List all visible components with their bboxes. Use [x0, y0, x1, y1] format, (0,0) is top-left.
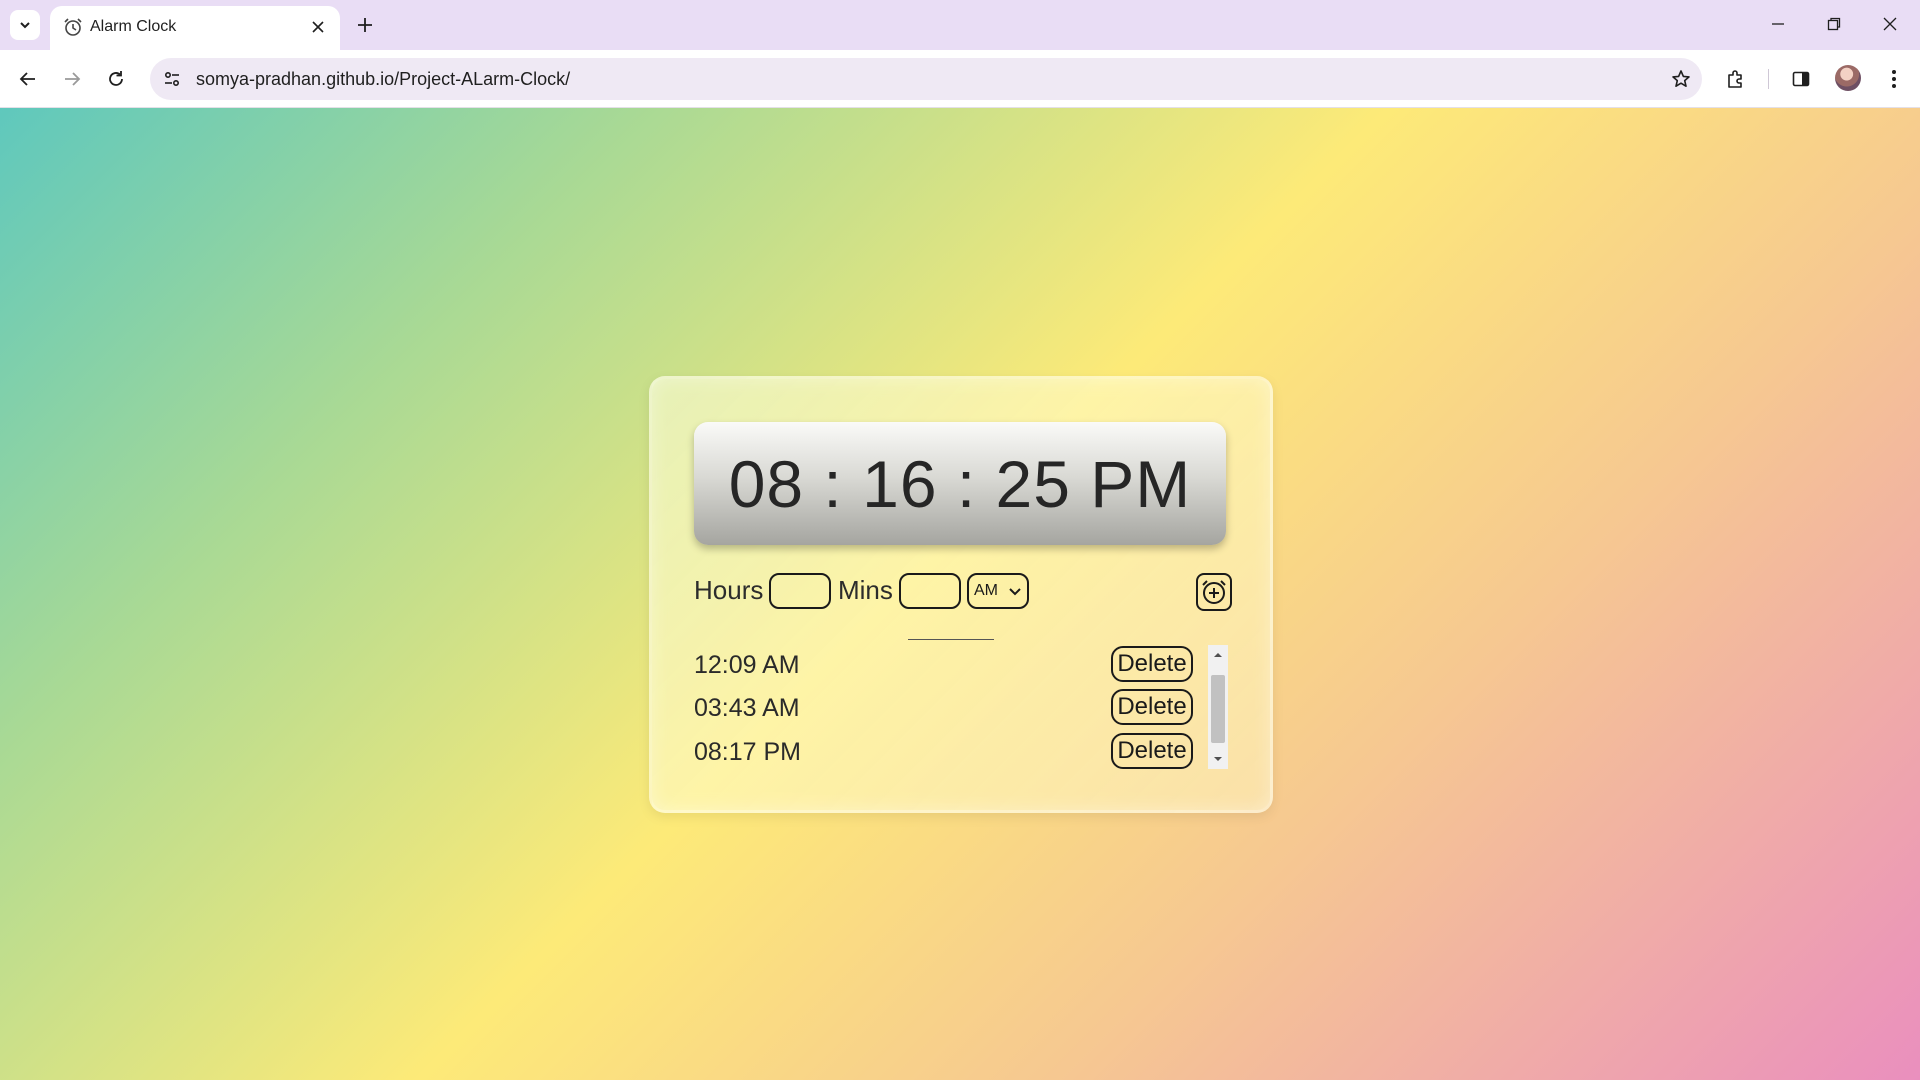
chevron-down-icon — [1009, 588, 1021, 596]
close-icon — [1883, 17, 1897, 31]
close-window-button[interactable] — [1870, 8, 1910, 40]
tab-close-icon[interactable] — [308, 17, 328, 37]
reload-button[interactable] — [100, 63, 132, 95]
alarm-card: 08 : 16 : 25 PM Hours Mins AM 12:09 AM D… — [649, 376, 1273, 813]
side-panel-icon[interactable] — [1785, 63, 1817, 95]
tab-title: Alarm Clock — [90, 18, 177, 35]
bookmark-star-icon[interactable] — [1668, 66, 1694, 92]
alarm-list-scrollbar[interactable] — [1208, 645, 1228, 769]
hours-input[interactable] — [769, 573, 831, 609]
clock-time: 08 : 16 : 25 PM — [728, 446, 1192, 521]
url-text[interactable]: somya-pradhan.github.io/Project-ALarm-Cl… — [196, 69, 570, 90]
alarm-time: 03:43 AM — [694, 694, 800, 722]
tab-alarm-clock[interactable]: Alarm Clock — [50, 6, 340, 50]
meridiem-select[interactable]: AM — [967, 573, 1029, 609]
forward-arrow-icon — [65, 72, 81, 86]
browser-toolbar: somya-pradhan.github.io/Project-ALarm-Cl… — [0, 50, 1920, 108]
scroll-up-arrow-icon[interactable] — [1208, 647, 1228, 663]
menu-kebab-icon[interactable] — [1878, 63, 1910, 95]
delete-button[interactable]: Delete — [1111, 689, 1193, 725]
clock-display: 08 : 16 : 25 PM — [694, 422, 1226, 545]
list-item: 03:43 AM Delete — [694, 688, 1198, 726]
back-arrow-icon — [19, 72, 35, 86]
restore-button[interactable] — [1814, 8, 1854, 40]
add-alarm-icon — [1202, 580, 1226, 604]
plus-icon — [358, 18, 372, 32]
profile-avatar[interactable] — [1835, 65, 1861, 91]
reload-icon — [109, 71, 123, 86]
mins-label: Mins — [838, 575, 893, 605]
chevron-down-icon — [20, 22, 30, 29]
back-button[interactable] — [12, 63, 44, 95]
scroll-down-arrow-icon[interactable] — [1208, 751, 1228, 767]
delete-button[interactable]: Delete — [1111, 733, 1193, 769]
toolbar-separator — [1768, 69, 1769, 89]
new-tab-button[interactable] — [352, 12, 378, 38]
minimize-icon — [1772, 23, 1784, 25]
tab-strip: Alarm Clock — [0, 0, 1920, 50]
site-info-icon[interactable] — [160, 67, 184, 91]
meridiem-value: AM — [974, 582, 998, 599]
divider — [908, 639, 994, 640]
extensions-icon[interactable] — [1720, 63, 1752, 95]
address-bar[interactable]: somya-pradhan.github.io/Project-ALarm-Cl… — [150, 58, 1702, 100]
forward-button[interactable] — [56, 63, 88, 95]
hours-label: Hours — [694, 575, 764, 605]
alarm-time: 12:09 AM — [694, 651, 800, 679]
alarm-list[interactable]: 12:09 AM Delete 03:43 AM Delete 08:17 PM… — [694, 645, 1198, 775]
alarm-time: 08:17 PM — [694, 738, 802, 766]
add-alarm-button[interactable] — [1196, 573, 1232, 611]
delete-button[interactable]: Delete — [1111, 646, 1193, 682]
list-item: 08:17 PM Delete — [694, 732, 1198, 770]
scroll-thumb[interactable] — [1211, 675, 1225, 743]
minimize-button[interactable] — [1758, 8, 1798, 40]
restore-icon — [1827, 17, 1841, 31]
tab-search-button[interactable] — [10, 10, 40, 40]
mins-input[interactable] — [899, 573, 961, 609]
alarm-clock-icon — [64, 18, 82, 36]
list-item: 12:09 AM Delete — [694, 645, 1198, 683]
page-background: 08 : 16 : 25 PM Hours Mins AM 12:09 AM D… — [0, 108, 1920, 1080]
